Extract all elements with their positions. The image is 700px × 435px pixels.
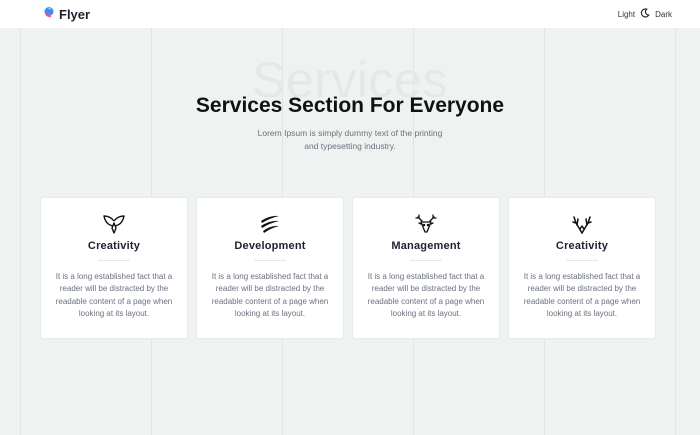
card-text: It is a long established fact that a rea… — [55, 272, 173, 319]
card-title: Development — [234, 240, 306, 252]
card-divider — [410, 260, 442, 261]
services-card-row: Creativity It is a long established fact… — [40, 197, 656, 339]
service-card-development: Development It is a long established fac… — [196, 197, 344, 339]
card-title: Creativity — [87, 240, 141, 252]
services-hero: Services Services Section For Everyone L… — [0, 50, 700, 151]
theme-light-option[interactable]: Light — [618, 10, 635, 19]
theme-switch: Light Dark — [618, 8, 672, 20]
deer-head-icon — [414, 213, 438, 235]
card-divider — [98, 260, 130, 261]
strokes-icon — [258, 213, 282, 235]
section-subtitle: Lorem Ipsum is simply dummy text of the … — [257, 128, 443, 151]
service-card-creativity: Creativity It is a long established fact… — [40, 197, 188, 339]
card-divider — [254, 260, 286, 261]
card-title: Creativity — [555, 240, 609, 252]
service-card-management: Management It is a long established fact… — [352, 197, 500, 339]
card-text: It is a long established fact that a rea… — [211, 272, 329, 319]
card-text: It is a long established fact that a rea… — [523, 272, 641, 319]
top-navbar: Flyer Light Dark — [0, 0, 700, 28]
theme-dark-option[interactable]: Dark — [655, 10, 672, 19]
brand-name: Flyer — [59, 6, 91, 22]
section-title: Services Section For Everyone — [195, 94, 505, 117]
moon-icon[interactable] — [640, 8, 650, 20]
card-divider — [566, 260, 598, 261]
card-text: It is a long established fact that a rea… — [367, 272, 485, 319]
brand-logo[interactable]: Flyer — [43, 5, 90, 24]
antlers-icon — [570, 213, 594, 235]
flyer-logo-icon — [43, 5, 55, 24]
card-title: Management — [391, 240, 461, 252]
service-card-creativity-2: Creativity It is a long established fact… — [508, 197, 656, 339]
wings-icon — [102, 213, 126, 235]
